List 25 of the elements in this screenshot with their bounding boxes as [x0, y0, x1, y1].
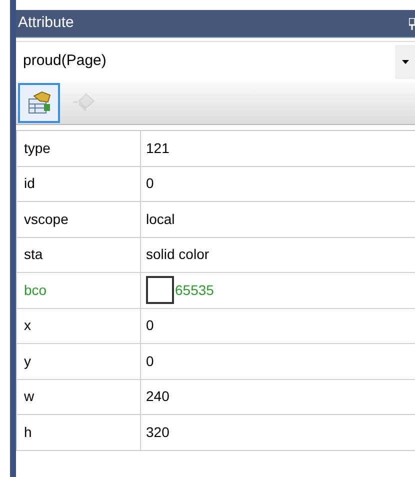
property-value[interactable]: local — [146, 208, 175, 230]
panel-title: Attribute — [18, 13, 74, 34]
dropdown-arrow-icon — [402, 60, 408, 64]
property-value[interactable]: 0 — [146, 315, 154, 336]
property-value[interactable]: solid color — [146, 244, 210, 266]
property-value[interactable]: 320 — [146, 422, 170, 443]
property-value[interactable]: 240 — [146, 386, 170, 408]
property-sheet-icon — [26, 90, 52, 116]
property-name-cell: vscope — [16, 202, 141, 236]
color-swatch[interactable] — [146, 276, 174, 304]
property-name-cell: w — [16, 380, 141, 414]
property-name-cell: bco — [16, 273, 141, 308]
property-name-cell: id — [16, 166, 141, 201]
property-value[interactable]: 121 — [146, 138, 170, 159]
property-name-cell: type — [16, 131, 141, 166]
toolbar-button[interactable] — [18, 82, 60, 122]
property-value[interactable]: 65535 — [175, 280, 214, 301]
property-value[interactable]: 0 — [146, 350, 154, 372]
property-name-cell: h — [16, 415, 141, 450]
property-name-cell: y — [16, 344, 141, 378]
property-name-cell: x — [16, 308, 141, 343]
property-name-cell: sta — [16, 238, 141, 272]
pin-icon[interactable] — [409, 18, 415, 30]
property-value[interactable]: 0 — [146, 173, 154, 194]
object-dropdown[interactable]: proud(Page) — [16, 41, 415, 81]
